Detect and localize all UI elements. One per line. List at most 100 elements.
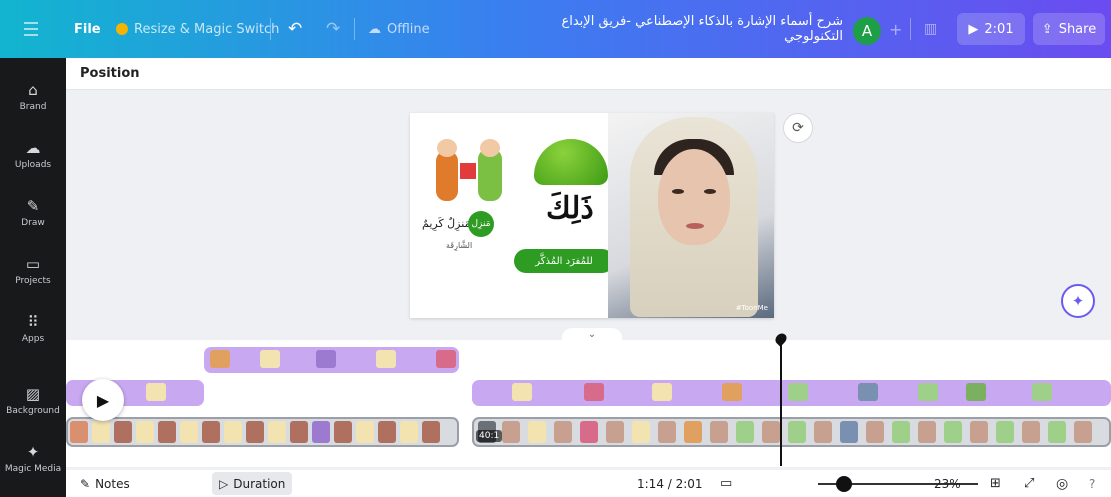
help-icon[interactable]: ?: [1089, 470, 1095, 497]
video-frame: [356, 421, 374, 443]
video-frame: [92, 421, 110, 443]
video-frame: [312, 421, 330, 443]
sidebar-item-background[interactable]: ▨ Background: [0, 384, 66, 416]
divider: [354, 18, 355, 40]
overlay-track[interactable]: [472, 380, 1111, 406]
video-frame: [632, 421, 650, 443]
track-thumbnail: [584, 383, 604, 401]
play-button[interactable]: ▶: [82, 379, 124, 421]
video-frame: [658, 421, 676, 443]
zoom-level[interactable]: 23%: [934, 470, 961, 497]
apps-icon: ⠿: [27, 313, 39, 331]
video-frame: [422, 421, 440, 443]
video-frame: [840, 421, 858, 443]
video-frame: [970, 421, 988, 443]
sidebar-item-projects[interactable]: ▭ Projects: [0, 254, 66, 286]
track-thumbnail: [316, 350, 336, 368]
insights-icon[interactable]: ▥: [924, 0, 937, 58]
video-frame: [892, 421, 910, 443]
video-frame: [736, 421, 754, 443]
play-icon: ▶: [968, 21, 979, 37]
track-thumbnail: [210, 350, 230, 368]
check-icon[interactable]: ◎: [1056, 470, 1068, 497]
top-toolbar: File Resize & Magic Switch ↶ ↷ ☁ Offline…: [0, 0, 1111, 58]
page-view-icon[interactable]: ▭: [720, 470, 732, 497]
video-frame: [158, 421, 176, 443]
slide-subtitle-pill: للمُفرَد المُذكَّر: [514, 249, 614, 273]
sidebar-item-label: Uploads: [14, 160, 52, 170]
video-duration-badge: 40:1: [476, 430, 503, 442]
sidebar-item-magic-media[interactable]: ✦ Magic Media: [0, 442, 66, 474]
video-frame: [136, 421, 154, 443]
video-frame: [1022, 421, 1040, 443]
notes-button[interactable]: ✎ Notes: [80, 470, 130, 497]
add-collaborator-icon[interactable]: +: [889, 0, 902, 58]
timer-icon: ▷: [219, 476, 229, 491]
track-thumbnail: [788, 383, 808, 401]
video-frame: [944, 421, 962, 443]
offline-label: Offline: [387, 21, 430, 37]
time-readout: 1:14 / 2:01: [637, 476, 703, 491]
share-label: Share: [1058, 21, 1097, 37]
sidebar-item-brand[interactable]: ⌂ Brand: [0, 80, 66, 112]
uploads-icon: ☁: [25, 139, 41, 157]
present-time: 2:01: [984, 21, 1014, 37]
track-thumbnail: [858, 383, 878, 401]
undo-icon[interactable]: ↶: [288, 0, 302, 58]
design-title[interactable]: شرح أسماء الإشارة بالذكاء الإصطناعي -فري…: [538, 0, 843, 58]
track-thumbnail: [918, 383, 938, 401]
refresh-icon[interactable]: ⟳: [783, 113, 813, 143]
fullscreen-icon[interactable]: ⤢: [1024, 470, 1034, 497]
avatar[interactable]: A: [853, 17, 881, 45]
video-frame: [114, 421, 132, 443]
track-thumbnail: [966, 383, 986, 401]
overlay-track[interactable]: [204, 347, 459, 373]
zoom-slider-handle[interactable]: [835, 476, 852, 492]
sidebar-item-label: Draw: [21, 218, 45, 228]
video-frame: [580, 421, 598, 443]
offline-status[interactable]: ☁ Offline: [368, 0, 430, 58]
position-bar: Position: [66, 58, 1111, 90]
video-frame: [606, 421, 624, 443]
sidebar-item-uploads[interactable]: ☁ Uploads: [0, 138, 66, 170]
kid-head: [437, 139, 457, 157]
eye-shape: [704, 189, 716, 194]
duration-button[interactable]: ▷ Duration: [212, 472, 293, 495]
video-track[interactable]: [66, 417, 459, 447]
sidebar-item-label: Apps: [21, 334, 45, 344]
video-frame: [180, 421, 198, 443]
video-frame: [1074, 421, 1092, 443]
slide-canvas[interactable]: ذَلِكَ ذَلِكَ مَنزِلٌ كَرِيمٌ مَنزِل الش…: [410, 113, 774, 318]
position-label[interactable]: Position: [80, 66, 140, 81]
video-frame: [334, 421, 352, 443]
grid-view-icon[interactable]: ⊞: [990, 470, 1001, 497]
share-button[interactable]: ⇪ Share: [1033, 13, 1105, 45]
video-frame: [788, 421, 806, 443]
redo-icon[interactable]: ↷: [326, 0, 340, 58]
share-icon: ⇪: [1041, 21, 1053, 37]
present-button[interactable]: ▶ 2:01: [957, 13, 1025, 45]
slide-graphic[interactable]: ذَلِكَ ذَلِكَ مَنزِلٌ كَرِيمٌ مَنزِل الش…: [416, 129, 614, 273]
file-menu-button[interactable]: File: [74, 0, 101, 58]
cloud-off-icon: ☁: [368, 21, 381, 37]
parachute-illustration: [534, 139, 608, 185]
sidebar-item-label: Brand: [19, 102, 47, 112]
playhead[interactable]: [780, 340, 782, 466]
sidebar-item-draw[interactable]: ✎ Draw: [0, 196, 66, 228]
kids-illustration: [436, 139, 506, 201]
divider: [270, 18, 271, 40]
notes-label: Notes: [95, 476, 130, 491]
menu-icon[interactable]: [20, 0, 42, 58]
magic-sparkle-icon[interactable]: ✦: [1061, 284, 1095, 318]
draw-icon: ✎: [26, 197, 40, 215]
resize-magic-switch-button[interactable]: Resize & Magic Switch: [116, 0, 279, 58]
portrait-photo[interactable]: #ToonMe: [608, 113, 774, 318]
watermark: #ToonMe: [735, 304, 768, 312]
track-thumbnail: [512, 383, 532, 401]
video-frame: [224, 421, 242, 443]
video-frame: [866, 421, 884, 443]
duration-label: Duration: [233, 476, 286, 491]
sidebar-item-apps[interactable]: ⠿ Apps: [0, 312, 66, 344]
video-frame: [400, 421, 418, 443]
video-track[interactable]: [472, 417, 1111, 447]
